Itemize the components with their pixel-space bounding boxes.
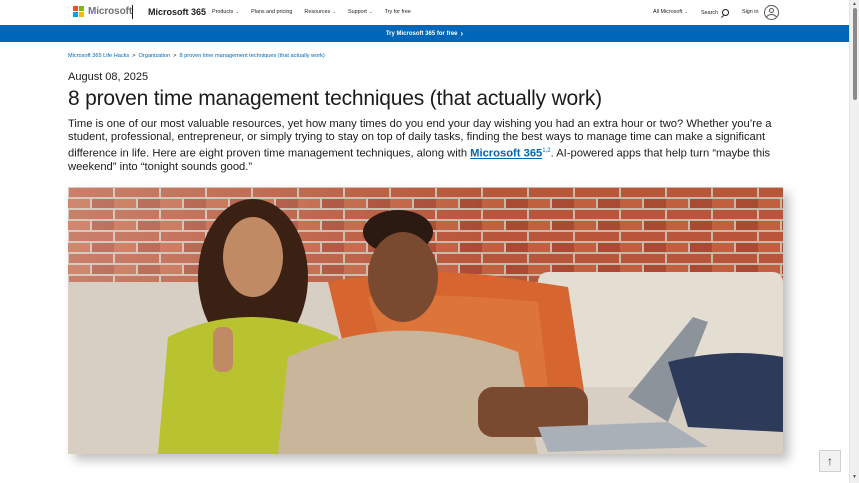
search-label: Search [701,9,719,16]
all-microsoft-label: All Microsoft [653,9,683,15]
header-divider [132,5,133,19]
breadcrumb-item-life-hacks[interactable]: Microsoft 365 Life Hacks [68,53,129,59]
article-intro: Time is one of our most valuable resourc… [68,118,788,174]
scroll-up-arrow-icon[interactable]: ▲ [852,1,857,7]
microsoft-logo[interactable]: Microsoft [73,6,132,17]
arrow-up-icon: ↑ [827,454,833,468]
breadcrumb-item-current[interactable]: 8 proven time management techniques (tha… [180,53,325,59]
back-to-top-button[interactable]: ↑ [819,450,841,472]
microsoft-logo-icon [73,6,84,17]
all-microsoft-menu[interactable]: All Microsoft ⌄ [653,9,688,15]
chevron-down-icon: ⌄ [684,9,689,14]
scroll-down-arrow-icon[interactable]: ▼ [852,474,857,480]
hero-photo-illustration [68,187,783,454]
product-name-link[interactable]: Microsoft 365 [148,7,206,17]
sign-in-label: Sign in [742,9,759,15]
nav-try-for-free[interactable]: Try for free [385,9,411,15]
chevron-down-icon: ⌄ [235,9,240,14]
nav-try-label: Try for free [384,9,411,15]
nav-resources-label: Resources [304,9,331,15]
microsoft-logo-text: Microsoft [88,6,133,17]
nav-support-label: Support [347,9,367,15]
avatar-icon[interactable] [764,5,779,20]
main-nav: Products ⌄ Plans and pricing Resources ⌄… [212,9,423,15]
chevron-down-icon: ⌄ [368,9,373,14]
breadcrumb-item-organization[interactable]: Organization [139,53,171,59]
promo-banner: Try Microsoft 365 for free › [0,25,849,42]
chevron-down-icon: ⌄ [332,9,336,14]
scroll-thumb[interactable] [853,8,857,100]
article-title: 8 proven time management techniques (tha… [68,87,602,110]
nav-products-label: Products [212,9,234,15]
site-header: Microsoft Microsoft 365 Products ⌄ Plans… [0,0,849,25]
nav-plans-and-pricing[interactable]: Plans and pricing [251,9,292,15]
breadcrumb-separator: > [132,53,136,59]
nav-products[interactable]: Products ⌄ [212,9,239,15]
article-date: August 08, 2025 [68,71,149,83]
search-button[interactable]: Search [701,9,730,16]
search-icon [722,9,730,16]
breadcrumb-separator: > [173,53,177,59]
banner-label: Try Microsoft 365 for free [385,30,458,37]
nav-resources[interactable]: Resources ⌄ [304,9,336,15]
nav-plans-label: Plans and pricing [251,9,293,15]
microsoft-365-link[interactable]: Microsoft 365 [470,148,542,160]
page-scrollbar[interactable]: ▲ ▼ [849,0,859,483]
sign-in-link[interactable]: Sign in [742,9,758,15]
try-free-banner-link[interactable]: Try Microsoft 365 for free › [386,29,463,38]
hero-image [68,187,783,454]
nav-support[interactable]: Support ⌄ [348,9,373,15]
chevron-right-icon: › [460,29,464,38]
footnote-refs[interactable]: 1,2 [542,148,550,154]
breadcrumb: Microsoft 365 Life Hacks > Organization … [68,53,325,59]
